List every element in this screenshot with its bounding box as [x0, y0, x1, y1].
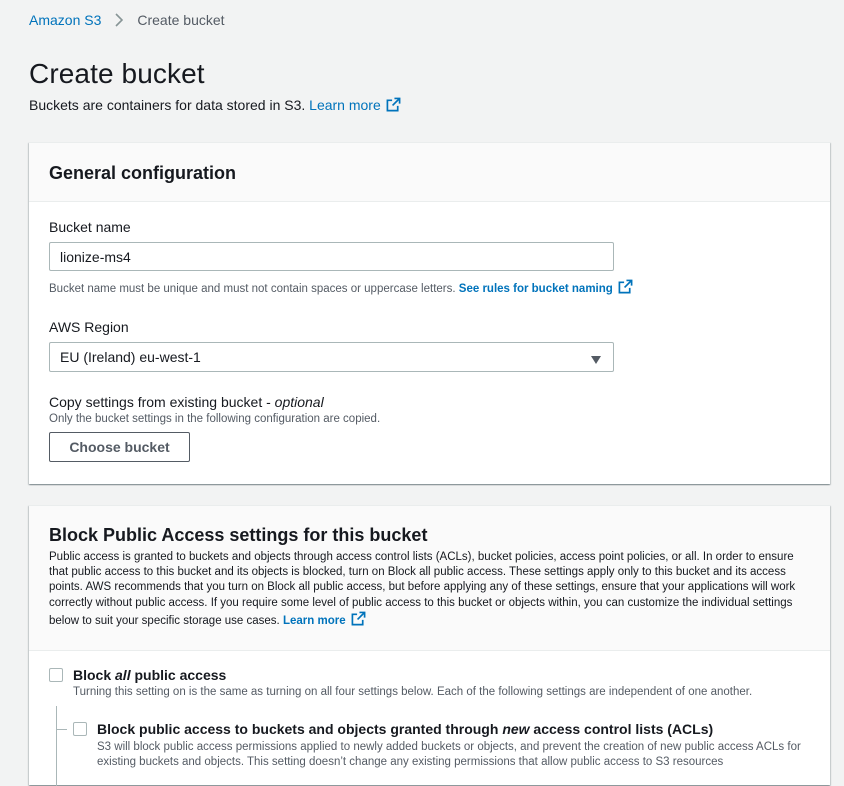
breadcrumb: Amazon S3 Create bucket: [29, 12, 225, 28]
page-description-text: Buckets are containers for data stored i…: [29, 97, 306, 113]
block-public-access-description-text: Public access is granted to buckets and …: [49, 551, 796, 627]
block-public-access-description: Public access is granted to buckets and …: [49, 550, 810, 629]
block-public-access-learn-more-label: Learn more: [282, 614, 346, 627]
aws-region-select[interactable]: EU (Ireland) eu-west-1: [49, 342, 614, 372]
copy-settings-label: Copy settings from existing bucket - opt…: [49, 394, 324, 410]
learn-more-link[interactable]: Learn more: [309, 97, 401, 113]
chevron-right-icon: [115, 13, 124, 27]
general-configuration-header: General configuration: [29, 143, 830, 202]
tree-connector-line: [56, 706, 57, 786]
caret-down-icon: [591, 352, 601, 364]
block-all-public-access-checkbox[interactable]: [49, 668, 63, 682]
bucket-name-hint-text: Bucket name must be unique and must not …: [49, 283, 456, 295]
block-new-acl-label-pre: Block public access to buckets and objec…: [97, 721, 503, 737]
breadcrumb-current: Create bucket: [137, 12, 225, 28]
learn-more-label: Learn more: [309, 97, 381, 113]
general-configuration-title: General configuration: [49, 163, 237, 183]
page-description: Buckets are containers for data stored i…: [29, 97, 401, 113]
aws-region-value: EU (Ireland) eu-west-1: [60, 349, 201, 365]
copy-settings-hint: Only the bucket settings in the followin…: [49, 413, 381, 425]
tree-connector-branch: [56, 729, 67, 730]
copy-settings-optional: optional: [274, 394, 324, 410]
block-all-label-em: all: [115, 667, 131, 683]
breadcrumb-amazon-s3-link[interactable]: Amazon S3: [29, 12, 101, 28]
bucket-naming-rules-link[interactable]: See rules for bucket naming: [458, 279, 633, 295]
block-new-acl-checkbox[interactable]: [73, 722, 87, 736]
block-all-label-post: public access: [130, 667, 227, 683]
external-link-icon: [618, 279, 633, 294]
block-new-acl-label: Block public access to buckets and objec…: [97, 721, 713, 737]
bucket-name-input[interactable]: [49, 242, 614, 271]
bucket-naming-rules-label: See rules for bucket naming: [458, 283, 613, 295]
page-title: Create bucket: [29, 58, 205, 89]
external-link-icon: [351, 611, 366, 626]
block-public-access-header: Block Public Access settings for this bu…: [29, 506, 830, 651]
aws-region-label: AWS Region: [49, 319, 129, 335]
general-configuration-panel: General configuration Bucket name Bucket…: [29, 142, 830, 484]
block-all-public-access-description: Turning this setting on is the same as t…: [73, 686, 753, 698]
block-new-acl-label-post: access control lists (ACLs): [529, 721, 714, 737]
block-all-label-pre: Block: [73, 667, 116, 683]
block-public-access-learn-more-link[interactable]: Learn more: [282, 611, 366, 627]
block-all-public-access-label: Block all public access: [73, 667, 226, 683]
copy-settings-label-text: Copy settings from existing bucket -: [49, 394, 275, 410]
bucket-name-label: Bucket name: [49, 219, 131, 235]
block-public-access-panel: Block Public Access settings for this bu…: [29, 505, 830, 786]
block-public-access-title: Block Public Access settings for this bu…: [49, 525, 428, 545]
external-link-icon: [386, 97, 401, 112]
choose-bucket-button[interactable]: Choose bucket: [49, 432, 190, 462]
bucket-name-hint: Bucket name must be unique and must not …: [49, 279, 633, 295]
block-new-acl-description: S3 will block public access permissions …: [97, 741, 801, 769]
block-new-acl-label-em: new: [502, 721, 530, 737]
